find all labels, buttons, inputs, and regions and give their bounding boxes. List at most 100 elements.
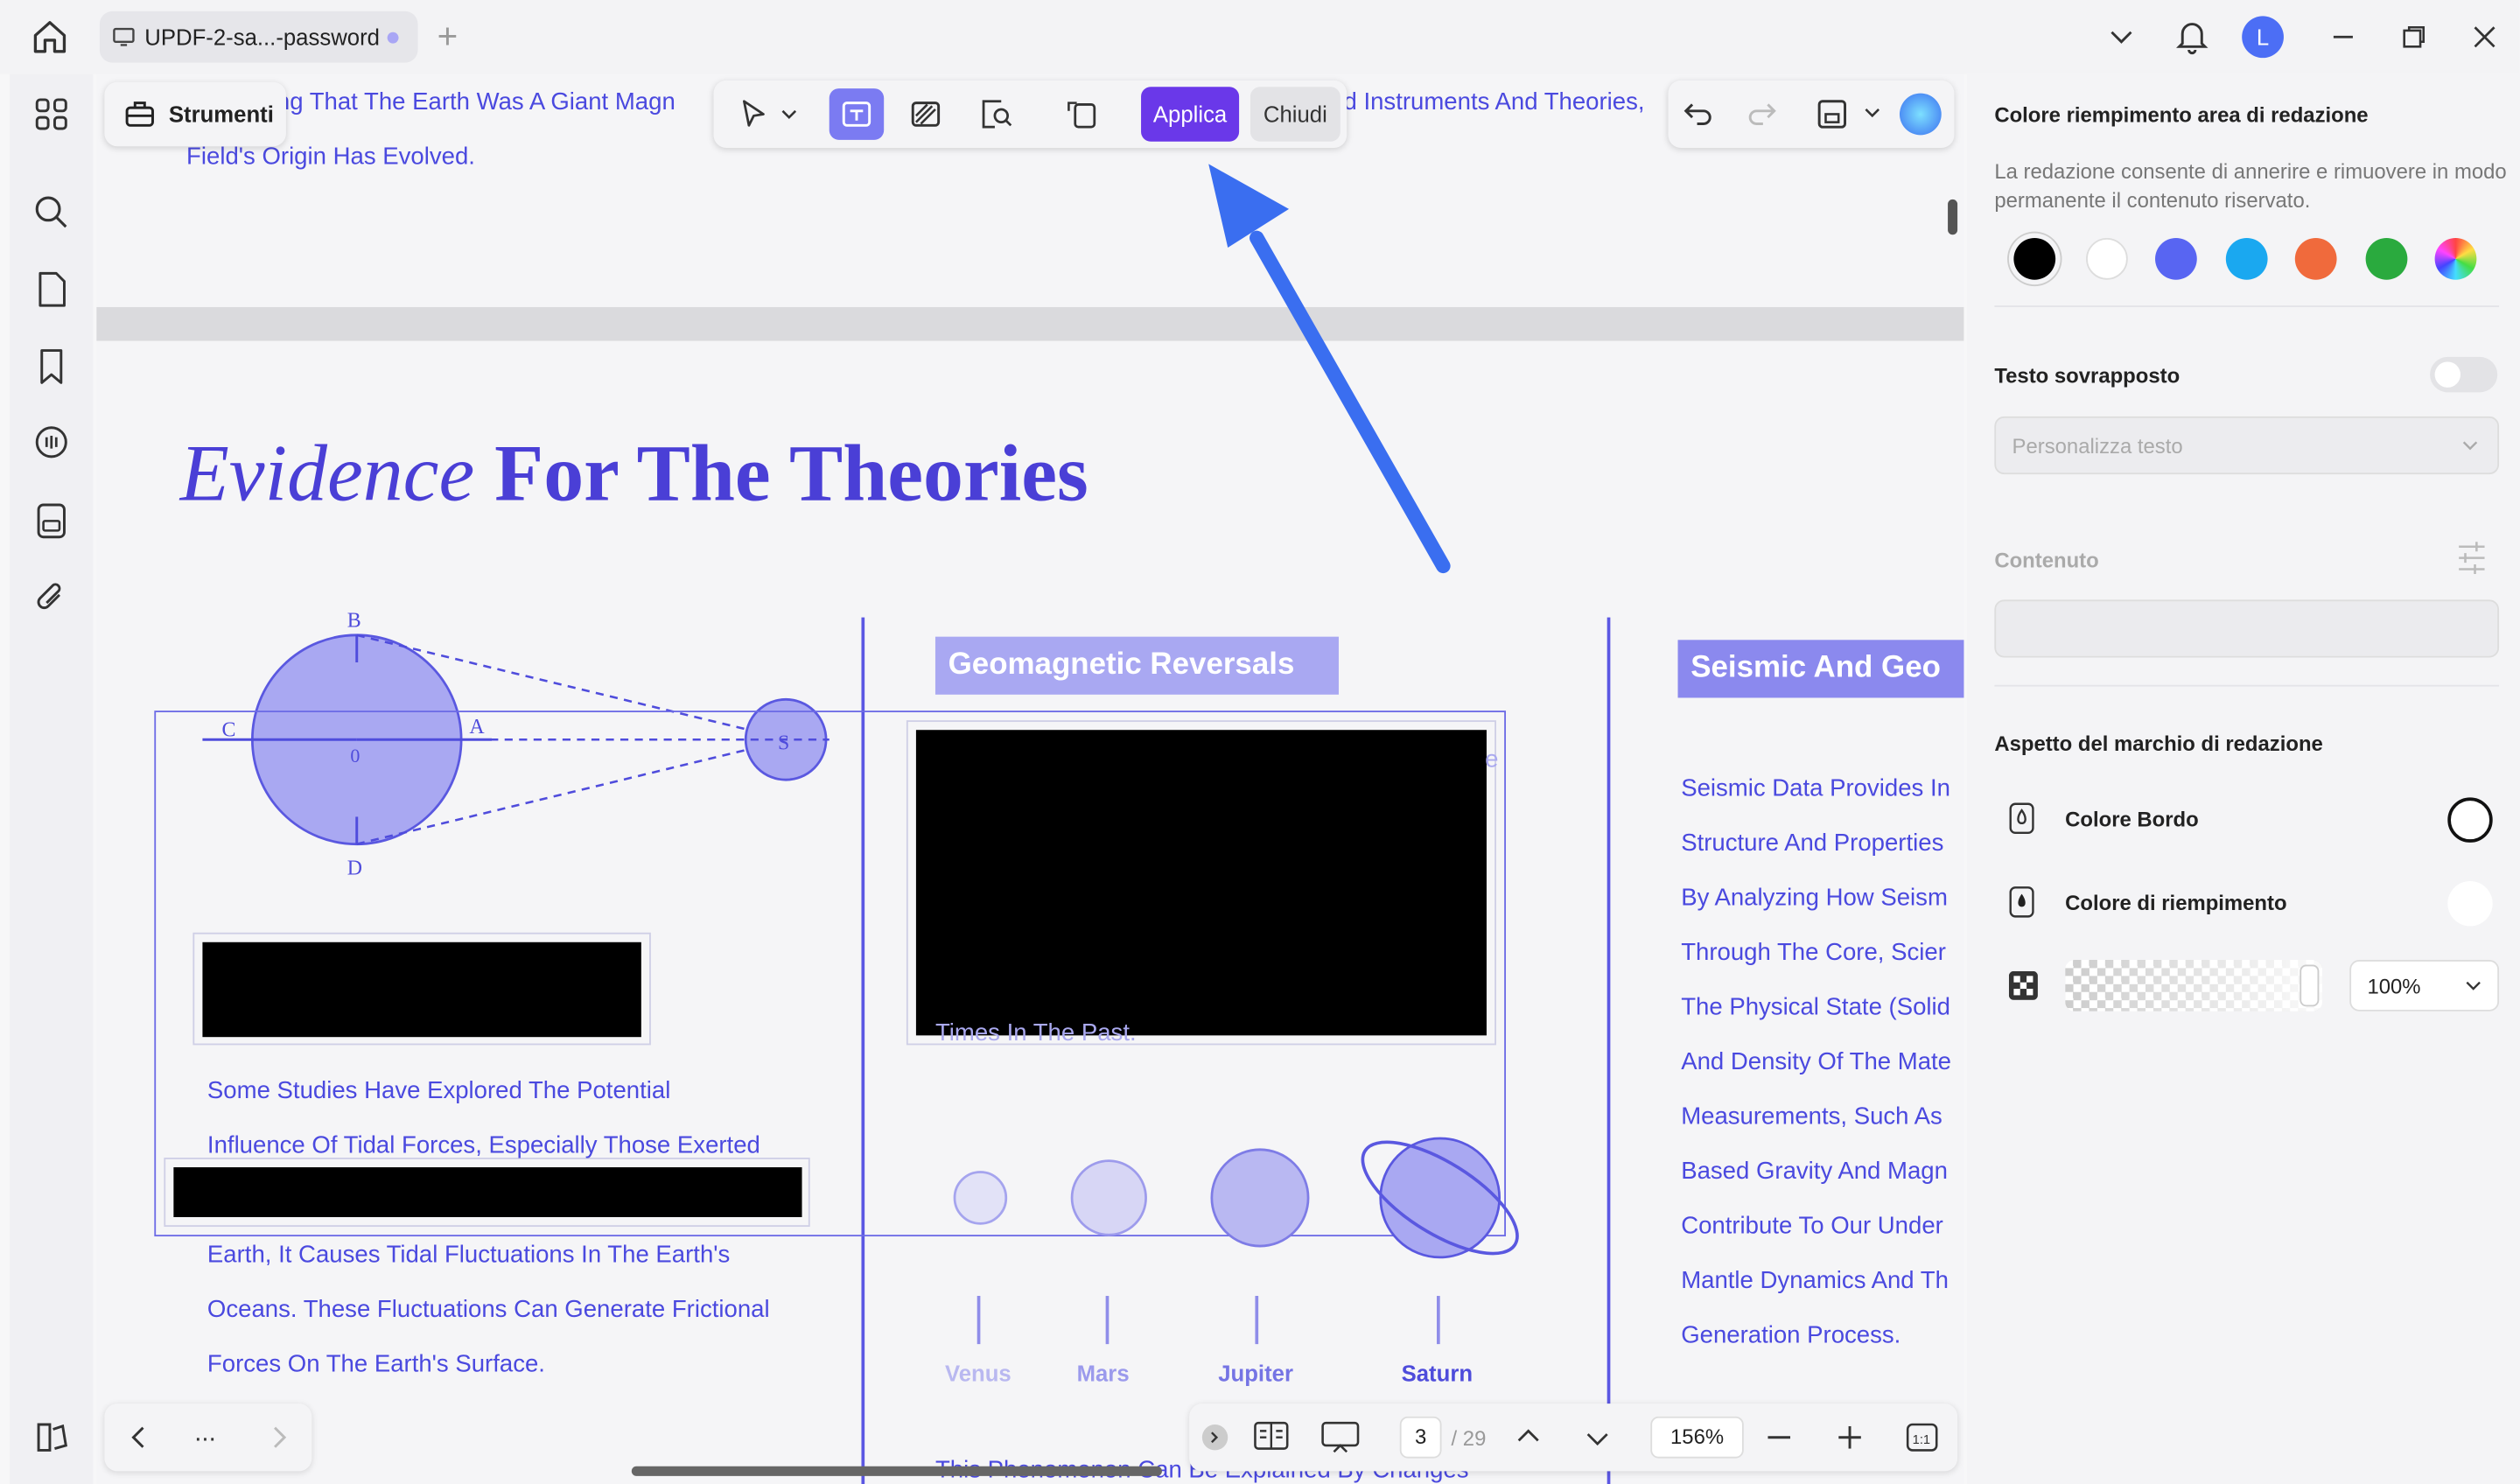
- settings-sliders-icon[interactable]: [2455, 540, 2488, 575]
- mark-redaction-text-tool[interactable]: [829, 88, 885, 140]
- col1-line: Forces On The Earth's Surface.: [206, 1350, 545, 1378]
- zoom-in-icon[interactable]: [1838, 1425, 1861, 1449]
- actual-size-icon[interactable]: 1:1: [1906, 1423, 1938, 1452]
- horizontal-scrollbar[interactable]: [631, 1466, 1162, 1476]
- redaction-block[interactable]: [915, 730, 1487, 1036]
- chevron-left-icon[interactable]: [130, 1426, 146, 1449]
- mark-redaction-area-tool[interactable]: [899, 88, 953, 140]
- pages-icon[interactable]: [31, 269, 73, 311]
- theme-toggle-icon[interactable]: [31, 1417, 73, 1459]
- col3-line: And Density Of The Mate: [1681, 1048, 1952, 1076]
- col3-line: Through The Core, Scier: [1681, 939, 1946, 967]
- zoom-level[interactable]: 156%: [1650, 1416, 1744, 1459]
- col2-header: Geomagnetic Reversals: [934, 636, 1339, 695]
- minimize-icon[interactable]: [2308, 0, 2379, 74]
- swatch-orange[interactable]: [2294, 237, 2337, 280]
- vertical-scrollbar[interactable]: [1948, 199, 1958, 235]
- opacity-select[interactable]: 100%: [2349, 959, 2500, 1012]
- col3-header: Seismic And Geo: [1677, 640, 1964, 698]
- column-divider: [1606, 617, 1611, 1484]
- swatch-custom-color[interactable]: [2434, 237, 2477, 280]
- form-icon[interactable]: [31, 500, 73, 542]
- overlay-text-title: Testo sovrapposto: [1994, 363, 2180, 388]
- col2-peek: Times In The Past.: [934, 1018, 1137, 1047]
- tools-button[interactable]: Strumenti: [104, 81, 286, 147]
- col1-line: Oceans. These Fluctuations Can Generate …: [206, 1296, 770, 1324]
- planet-label: Saturn: [1401, 1360, 1474, 1386]
- swatch-blue[interactable]: [2155, 237, 2197, 280]
- save-icon[interactable]: [1816, 98, 1848, 130]
- left-sidebar: [10, 74, 94, 1484]
- chevron-right-icon[interactable]: [271, 1426, 287, 1449]
- comment-icon[interactable]: [31, 423, 73, 465]
- close-button[interactable]: Chiudi: [1250, 87, 1340, 142]
- redact-pages-tool[interactable]: [1054, 88, 1109, 140]
- overlay-text-toggle[interactable]: [2430, 356, 2498, 393]
- search-redact-tool[interactable]: [970, 88, 1024, 140]
- zoom-out-icon[interactable]: [1768, 1436, 1791, 1439]
- page-separator: [96, 306, 1964, 341]
- swatch-green[interactable]: [2365, 237, 2408, 280]
- redact-area-icon: [911, 102, 941, 127]
- col3-line: Generation Process.: [1681, 1321, 1901, 1349]
- content-input[interactable]: [1994, 599, 2500, 658]
- chevron-down-icon[interactable]: [2086, 0, 2157, 74]
- ai-assistant-icon[interactable]: [1899, 93, 1942, 136]
- collapse-icon[interactable]: [1201, 1424, 1228, 1451]
- undo-icon[interactable]: [1683, 98, 1715, 130]
- new-tab-button[interactable]: +: [438, 16, 458, 58]
- doc-top-line1-right: d Instruments And Theories,: [1343, 88, 1645, 116]
- document-canvas[interactable]: ng That The Earth Was A Giant Magn d Ins…: [96, 74, 1964, 1484]
- col3-line: Based Gravity And Magn: [1681, 1158, 1948, 1186]
- redaction-properties-panel: Colore riempimento area di redazione La …: [1967, 74, 2520, 1484]
- redaction-block[interactable]: [173, 1167, 802, 1217]
- appearance-title: Aspetto del marchio di redazione: [1994, 732, 2323, 756]
- border-color-picker[interactable]: [2447, 797, 2493, 843]
- planets-illustration: [953, 1137, 1519, 1345]
- monitor-icon: [113, 27, 135, 46]
- col3-line: Seismic Data Provides In: [1681, 774, 1950, 802]
- opacity-checker-icon: [2008, 970, 2038, 1000]
- fill-color-title: Colore riempimento area di redazione: [1994, 102, 2369, 128]
- search-icon[interactable]: [31, 192, 73, 234]
- border-color-label: Colore Bordo: [2065, 807, 2199, 831]
- planet-label: Jupiter: [1218, 1360, 1293, 1386]
- fill-color-description: La redazione consente di annerire e rimu…: [1994, 158, 2507, 213]
- doc-top-line2: Field's Origin Has Evolved.: [186, 143, 475, 171]
- close-window-icon[interactable]: [2449, 0, 2520, 74]
- home-icon[interactable]: [29, 16, 71, 58]
- opacity-slider[interactable]: [2065, 959, 2323, 1012]
- user-avatar[interactable]: L: [2228, 0, 2299, 74]
- previous-page-icon[interactable]: [1517, 1428, 1540, 1444]
- swatch-black[interactable]: [2013, 237, 2056, 280]
- page-layout-icon[interactable]: [1254, 1421, 1289, 1450]
- next-page-icon[interactable]: [1586, 1431, 1609, 1446]
- toolbox-icon: [125, 102, 154, 127]
- document-tab[interactable]: UPDF-2-sa...-password: [99, 10, 418, 63]
- venus-circle: [953, 1171, 1008, 1225]
- doc-top-line1: ng That The Earth Was A Giant Magn: [276, 88, 676, 116]
- opacity-slider-thumb[interactable]: [2300, 964, 2320, 1007]
- col2-peek-e: e: [1485, 746, 1499, 774]
- bell-icon[interactable]: [2157, 0, 2228, 74]
- swatch-cyan[interactable]: [2225, 237, 2268, 280]
- search-redact-icon: [982, 100, 1012, 129]
- swatch-white[interactable]: [2086, 237, 2128, 280]
- col3-line: Contribute To Our Under: [1681, 1212, 1943, 1240]
- redaction-block[interactable]: [202, 942, 641, 1038]
- custom-text-select[interactable]: Personalizza testo: [1994, 416, 2500, 475]
- annotation-arrow: [1208, 164, 1451, 574]
- restore-icon[interactable]: [2378, 0, 2449, 74]
- fill-color-picker[interactable]: [2447, 880, 2493, 927]
- more-options-button[interactable]: ...: [194, 1420, 216, 1449]
- hand-page-icon: [1068, 102, 1096, 129]
- page-number-input[interactable]: 3: [1399, 1416, 1442, 1459]
- redo-icon[interactable]: [1746, 98, 1778, 130]
- presentation-icon[interactable]: [1321, 1421, 1360, 1453]
- apply-button[interactable]: Applica: [1141, 87, 1240, 142]
- grid-apps-icon[interactable]: [31, 94, 73, 136]
- paperclip-icon[interactable]: [31, 578, 73, 620]
- select-tool-dropdown[interactable]: [726, 88, 807, 140]
- bookmark-icon[interactable]: [31, 346, 73, 388]
- chevron-down-icon[interactable]: [1865, 108, 1880, 121]
